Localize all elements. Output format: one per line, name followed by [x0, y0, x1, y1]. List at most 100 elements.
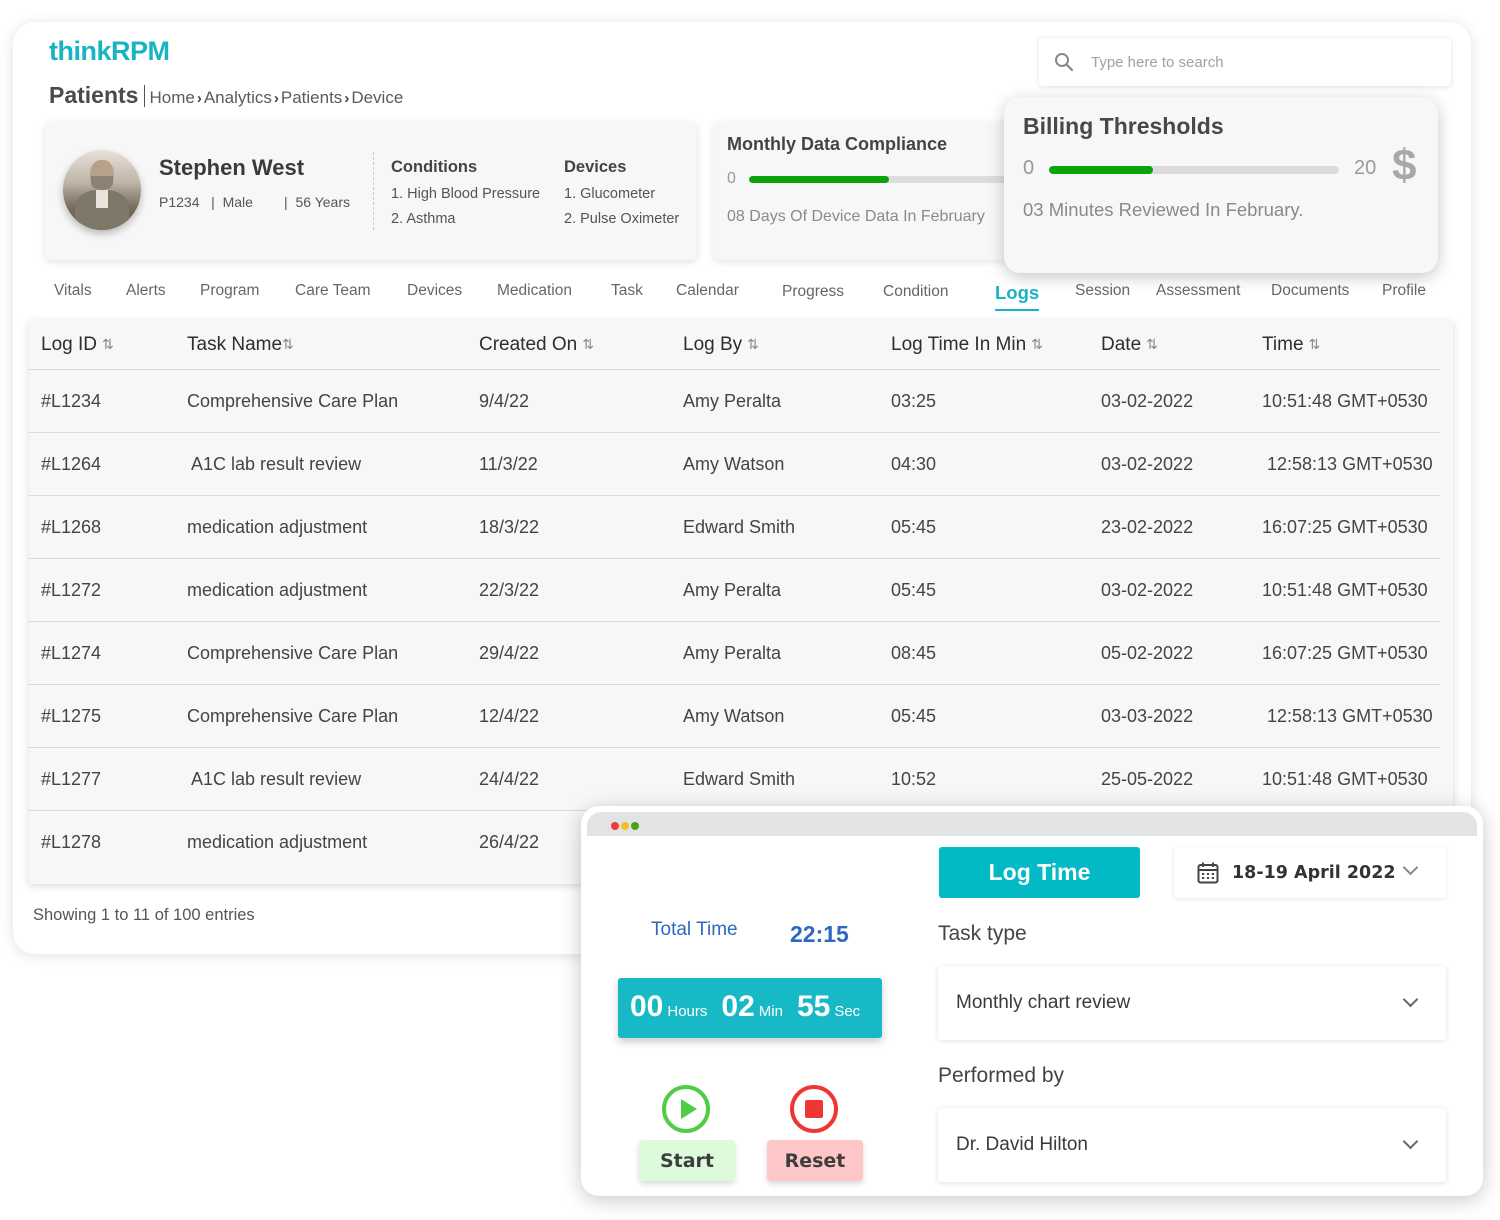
chevron-right-icon: ›: [273, 89, 279, 107]
tab-condition[interactable]: Condition: [883, 283, 949, 301]
sort-icon[interactable]: ⇅: [747, 336, 759, 353]
search-input[interactable]: [1091, 53, 1411, 71]
cell-time: 10:51:48 GMT+0530: [1262, 579, 1428, 600]
cell-log-by: Amy Peralta: [683, 579, 782, 600]
stop-icon[interactable]: [790, 1085, 838, 1133]
tab-profile[interactable]: Profile: [1382, 282, 1426, 300]
condition-item: 2. Asthma: [391, 211, 456, 227]
breadcrumb-device: Device: [351, 88, 404, 107]
timer-display: 00 Hours 02 Min 55 Sec: [618, 978, 882, 1038]
table-row[interactable]: #L1275 Comprehensive Care Plan 12/4/22 Amy …: [29, 685, 1440, 748]
tab-logs[interactable]: Logs: [995, 282, 1040, 311]
tab-alerts[interactable]: Alerts: [126, 282, 166, 300]
cell-task-name: Comprehensive Care Plan: [187, 390, 399, 411]
performed-by-label: Performed by: [938, 1064, 1065, 1087]
devices-heading: Devices: [564, 158, 627, 176]
task-type-select[interactable]: Monthly chart review: [938, 966, 1446, 1040]
cell-log-by: Edward Smith: [683, 516, 796, 537]
breadcrumb-home[interactable]: Home: [149, 88, 194, 108]
cell-date: 03-02-2022: [1101, 453, 1194, 474]
billing-thresholds-card: Billing Thresholds 0 20 $ 03 Minutes Rev…: [1004, 97, 1438, 273]
tab-task[interactable]: Task: [611, 282, 643, 300]
window-close-dot[interactable]: [611, 822, 619, 830]
tab-progress[interactable]: Progress: [782, 283, 844, 301]
billing-max-label: 20: [1354, 157, 1377, 179]
task-type-value: Monthly chart review: [956, 992, 1131, 1013]
date-range-picker[interactable]: 18-19 April 2022: [1174, 847, 1446, 898]
cell-log-time: 10:52: [891, 768, 937, 789]
tab-medication[interactable]: Medication: [497, 282, 572, 300]
patient-id: P1234: [159, 194, 200, 210]
tab-program[interactable]: Program: [200, 282, 259, 300]
tab-care-team[interactable]: Care Team: [295, 282, 371, 300]
sort-icon[interactable]: ⇅: [582, 336, 594, 353]
column-header-date[interactable]: Date ⇅: [1101, 320, 1158, 369]
sort-icon[interactable]: ⇅: [1031, 336, 1043, 353]
table-row[interactable]: #L1264 A1C lab result review 11/3/22 Amy W…: [29, 433, 1440, 496]
window-maximize-dot[interactable]: [631, 822, 639, 830]
compliance-min-label: 0: [727, 170, 736, 187]
column-label: Log ID: [41, 333, 97, 355]
task-type-label: Task type: [938, 922, 1027, 945]
cell-log-by: Amy Watson: [683, 453, 785, 474]
compliance-progress-fill: [749, 176, 889, 183]
cell-task-name: medication adjustment: [187, 579, 368, 600]
cell-log-time: 05:45: [891, 705, 937, 726]
breadcrumb-patients[interactable]: Patients: [281, 88, 342, 108]
chevron-down-icon: [1402, 1133, 1419, 1150]
table-row[interactable]: #L1234 Comprehensive Care Plan 9/4/22 Amy P…: [29, 370, 1440, 433]
column-header-log-id[interactable]: Log ID ⇅: [41, 320, 114, 369]
total-time-label: Total Time: [651, 919, 738, 940]
device-item: 2. Pulse Oximeter: [564, 211, 680, 227]
app-logo[interactable]: thinkRPM: [49, 36, 170, 67]
tab-devices[interactable]: Devices: [407, 282, 462, 300]
cell-log-by: Amy Peralta: [683, 390, 782, 411]
cell-created-on: 18/3/22: [479, 516, 540, 537]
cell-log-time: 03:25: [891, 390, 937, 411]
search-box[interactable]: [1039, 38, 1451, 86]
column-header-task-name[interactable]: Task Name ⇅: [187, 320, 294, 369]
column-header-log-time[interactable]: Log Time In Min ⇅: [891, 320, 1043, 369]
breadcrumb-analytics[interactable]: Analytics: [204, 88, 272, 108]
column-header-log-by[interactable]: Log By ⇅: [683, 320, 759, 369]
window-minimize-dot[interactable]: [621, 822, 629, 830]
chevron-down-icon: [1402, 991, 1419, 1008]
tab-session[interactable]: Session: [1075, 282, 1130, 300]
chevron-down-icon: [1402, 859, 1419, 876]
table-row[interactable]: #L1272 medication adjustment 22/3/22 Amy Pe…: [29, 559, 1440, 622]
start-button[interactable]: Start: [639, 1140, 735, 1181]
column-label: Task Name: [187, 333, 283, 355]
sort-icon[interactable]: ⇅: [282, 336, 294, 353]
timer-seconds: 55: [796, 990, 831, 1023]
patient-meta: P1234 | Male | 56 Years: [159, 194, 350, 210]
sort-icon[interactable]: ⇅: [102, 336, 114, 353]
table-row[interactable]: #L1274 Comprehensive Care Plan 29/4/22 Amy …: [29, 622, 1440, 685]
play-icon[interactable]: [662, 1085, 710, 1133]
log-time-button[interactable]: Log Time: [939, 847, 1140, 898]
sort-icon[interactable]: ⇅: [1309, 336, 1321, 353]
performed-by-select[interactable]: Dr. David Hilton: [938, 1108, 1446, 1182]
timer-hours-unit: Hours: [667, 1003, 708, 1020]
tab-vitals[interactable]: Vitals: [54, 282, 92, 300]
column-header-time[interactable]: Time ⇅: [1262, 320, 1320, 369]
calendar-icon: [1196, 861, 1220, 885]
column-header-created-on[interactable]: Created On ⇅: [479, 320, 594, 369]
cell-date: 25-05-2022: [1101, 768, 1194, 789]
tab-assessment[interactable]: Assessment: [1156, 282, 1240, 300]
breadcrumb-separator: [144, 84, 146, 107]
cell-log-by: Amy Peralta: [683, 642, 782, 663]
chevron-right-icon: ›: [344, 89, 350, 107]
tab-documents[interactable]: Documents: [1271, 282, 1349, 300]
sort-icon[interactable]: ⇅: [1146, 336, 1158, 353]
cell-log-id: #L1268: [41, 516, 102, 537]
chevron-right-icon: ›: [196, 89, 202, 107]
meta-separator: |: [252, 194, 296, 210]
table-row[interactable]: #L1268 medication adjustment 18/3/22 Edward…: [29, 496, 1440, 559]
cell-log-by: Edward Smith: [683, 768, 796, 789]
tab-calendar[interactable]: Calendar: [676, 282, 739, 300]
cell-task-name: medication adjustment: [187, 832, 368, 852]
dollar-icon: $: [1392, 141, 1417, 190]
cell-created-on: 24/4/22: [479, 768, 540, 789]
reset-button[interactable]: Reset: [767, 1140, 863, 1181]
table-row[interactable]: #L1277 A1C lab result review 24/4/22 Edwar…: [29, 748, 1440, 811]
